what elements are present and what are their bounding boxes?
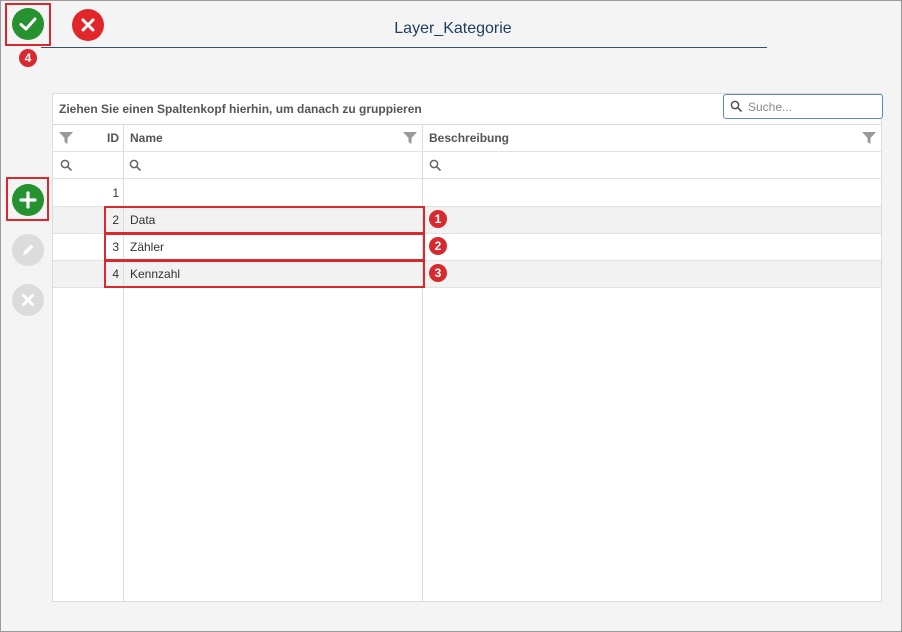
- title-divider: [41, 47, 767, 48]
- annotation-box-2: [104, 233, 425, 261]
- column-divider: [422, 125, 423, 602]
- cell-name[interactable]: [124, 180, 423, 206]
- search-icon: [730, 100, 742, 112]
- dialog-window: Layer_Kategorie 4 5 Ziehen Sie einen Spa…: [0, 0, 902, 632]
- annotation-box-1: [104, 206, 425, 234]
- grid-search-input[interactable]: [746, 97, 876, 116]
- filter-icon[interactable]: [403, 131, 417, 145]
- annotation-badge-2: 2: [429, 237, 447, 255]
- cell-id: 1: [112, 186, 119, 200]
- delete-button[interactable]: [12, 284, 44, 316]
- grid-search-box[interactable]: [723, 94, 883, 119]
- column-divider: [123, 125, 124, 602]
- group-panel: Ziehen Sie einen Spaltenkopf hierhin, um…: [53, 94, 883, 125]
- cell-description[interactable]: [423, 261, 881, 287]
- column-header-id[interactable]: ID: [53, 125, 124, 151]
- filter-row: [53, 152, 881, 179]
- window-title: Layer_Kategorie: [394, 20, 512, 37]
- annotation-badge-4: 4: [19, 49, 37, 67]
- annotation-box-5: [6, 177, 49, 221]
- column-header-name[interactable]: Name: [124, 125, 423, 151]
- annotation-box-4: [5, 3, 51, 46]
- cell-description[interactable]: [423, 180, 881, 206]
- annotation-box-3: [104, 260, 425, 288]
- group-panel-hint: Ziehen Sie einen Spaltenkopf hierhin, um…: [59, 102, 422, 116]
- annotation-badge-1: 1: [429, 210, 447, 228]
- table-row[interactable]: 1: [53, 180, 881, 207]
- filter-icon[interactable]: [862, 131, 876, 145]
- data-grid: Ziehen Sie einen Spaltenkopf hierhin, um…: [52, 93, 883, 602]
- column-header-description[interactable]: Beschreibung: [423, 125, 881, 151]
- header-row: ID Name Beschreibung: [53, 125, 881, 152]
- edit-button[interactable]: [12, 234, 44, 266]
- search-icon[interactable]: [429, 159, 441, 171]
- cell-description[interactable]: [423, 207, 881, 233]
- close-icon: [22, 294, 34, 306]
- annotation-badge-3: 3: [429, 264, 447, 282]
- cell-description[interactable]: [423, 234, 881, 260]
- search-icon[interactable]: [60, 159, 72, 171]
- pencil-icon: [23, 244, 34, 255]
- search-icon[interactable]: [129, 159, 141, 171]
